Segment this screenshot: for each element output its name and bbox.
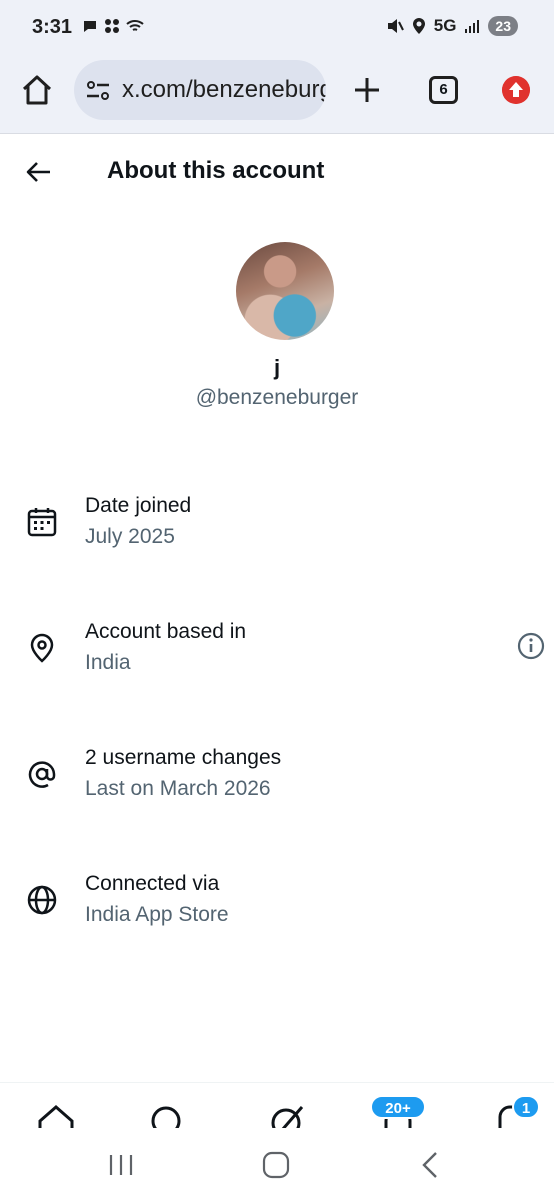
- nav-search-icon[interactable]: [148, 1103, 188, 1128]
- globe-icon: [27, 885, 57, 915]
- browser-toolbar: x.com/benzeneburger 6: [0, 56, 554, 134]
- row-value: India: [85, 651, 131, 674]
- info-icon[interactable]: [517, 632, 545, 660]
- url-text[interactable]: x.com/benzeneburger: [122, 76, 326, 104]
- address-bar[interactable]: x.com/benzeneburger: [74, 60, 326, 120]
- bottom-navigation: 20+ 1: [0, 1082, 554, 1128]
- account-location-row: Account based in India: [0, 620, 554, 700]
- new-tab-icon[interactable]: [352, 75, 382, 105]
- update-icon[interactable]: [502, 76, 530, 104]
- wifi-icon: [126, 20, 144, 31]
- notifications-badge: 20+: [370, 1095, 426, 1119]
- signal-icon: [465, 20, 480, 33]
- row-title: 2 username changes: [85, 746, 282, 769]
- back-arrow-icon[interactable]: [24, 158, 52, 186]
- nav-home-icon[interactable]: [36, 1103, 76, 1128]
- battery-indicator: 23: [488, 16, 518, 36]
- display-name: j: [273, 355, 281, 380]
- page-title: About this account: [107, 157, 325, 184]
- user-handle: @benzeneburger: [195, 386, 359, 409]
- apps-grid-icon: [105, 19, 119, 33]
- messages-badge: 1: [512, 1095, 540, 1119]
- row-value: Last on March 2026: [85, 777, 271, 800]
- calendar-icon: [27, 508, 57, 537]
- recent-apps-icon[interactable]: [106, 1150, 136, 1180]
- home-button-icon[interactable]: [261, 1150, 291, 1180]
- chat-bubble-icon: [84, 21, 96, 32]
- connected-via-row: Connected via India App Store: [0, 872, 554, 952]
- status-notification-icons: [82, 18, 144, 34]
- site-settings-icon[interactable]: [86, 80, 110, 102]
- row-value: India App Store: [85, 903, 229, 926]
- system-navigation: [0, 1128, 554, 1200]
- row-title: Connected via: [85, 872, 220, 895]
- status-system-icons: 5G 23: [386, 16, 518, 36]
- system-back-icon[interactable]: [416, 1150, 446, 1180]
- nav-grok-icon[interactable]: [268, 1103, 308, 1128]
- home-icon[interactable]: [20, 73, 54, 107]
- row-value: July 2025: [85, 525, 175, 548]
- location-icon: [412, 18, 425, 34]
- at-sign-icon: [28, 761, 56, 788]
- status-bar: 3:31 5G 23: [0, 0, 554, 56]
- row-title: Account based in: [85, 620, 247, 643]
- avatar[interactable]: [236, 242, 334, 340]
- date-joined-row: Date joined July 2025: [0, 494, 554, 574]
- mute-icon: [387, 19, 404, 33]
- username-changes-row: 2 username changes Last on March 2026: [0, 746, 554, 826]
- network-type: 5G: [433, 16, 457, 35]
- tab-switcher-button[interactable]: 6: [429, 76, 458, 104]
- row-title: Date joined: [85, 494, 192, 517]
- location-pin-icon: [30, 633, 54, 663]
- status-time: 3:31: [32, 16, 73, 38]
